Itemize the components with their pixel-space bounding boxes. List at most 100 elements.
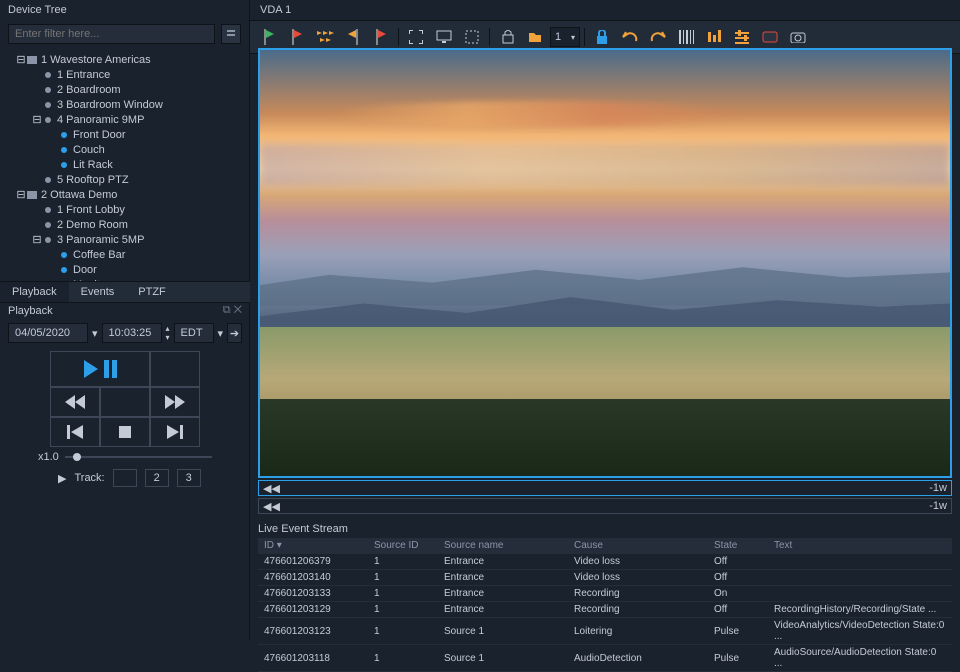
column-header[interactable]: Text [768,538,952,554]
eq2-button[interactable] [729,25,755,49]
export-button[interactable] [494,25,520,49]
flags-icon [316,30,334,44]
column-header[interactable]: Cause [568,538,708,554]
flag-red-button[interactable] [284,25,310,49]
transport-controls [50,351,200,447]
window-title: VDA 1 [250,0,960,20]
camera-icon [42,72,54,78]
lock-button[interactable] [589,25,615,49]
stop-button[interactable] [100,417,150,447]
multi-flag-button[interactable] [312,25,338,49]
table-row[interactable]: 4766012031231Source 1LoiteringPulseVideo… [258,618,952,645]
tree-item[interactable]: 1 Front Lobby [0,202,249,217]
cell: AudioSource/AudioDetection State:0 ... [768,645,952,672]
table-row[interactable]: 4766012031331EntranceRecordingOn [258,586,952,602]
tree-label: 3 Boardroom Window [57,99,163,111]
track-2-button[interactable]: 2 [145,469,169,487]
tree-item[interactable]: Lit Rack [0,157,249,172]
chevron-down-icon[interactable]: ▾ [92,327,98,340]
chevron-down-icon[interactable]: ▾ [218,327,224,340]
flag-prev-button[interactable] [340,25,366,49]
tab-playback[interactable]: Playback [0,282,69,302]
tree-item[interactable]: Door [0,262,249,277]
tree-item[interactable]: 2 Boardroom [0,82,249,97]
screen-button[interactable] [757,25,783,49]
column-header[interactable]: ID ▾ [258,538,368,554]
file-button[interactable] [522,25,548,49]
flag-green-button[interactable] [256,25,282,49]
timezone-input[interactable] [174,323,214,343]
table-row[interactable]: 4766012031291EntranceRecordingOffRecordi… [258,602,952,618]
rewind-button[interactable] [50,387,100,417]
tab-events[interactable]: Events [69,282,127,302]
timeline-2[interactable]: ◀◀ -1w [258,498,952,514]
tree-label: Lit Rack [73,159,113,171]
filter-input[interactable] [8,24,215,44]
tree-item[interactable]: Coffee Bar [0,247,249,262]
expand-icon[interactable]: ⊟ [16,188,26,201]
cell: 476601203133 [258,586,368,602]
timeline-back-icon[interactable]: ◀◀ [263,500,280,513]
table-row[interactable]: 4766012063791EntranceVideo lossOff [258,554,952,570]
table-row[interactable]: 4766012031181Source 1AudioDetectionPulse… [258,645,952,672]
undo-button[interactable] [617,25,643,49]
eq1-button[interactable] [701,25,727,49]
skip-forward-button[interactable] [150,417,200,447]
tree-item[interactable]: Couch [0,142,249,157]
tree-item[interactable]: Front Door [0,127,249,142]
arrow-right-icon: ➔ [230,327,239,340]
track-1-button[interactable] [113,469,137,487]
camera-icon [58,132,70,138]
barcode-button[interactable] [673,25,699,49]
tree-item[interactable]: ⊟3 Panoramic 5MP [0,232,249,247]
timeline-1[interactable]: ◀◀ -1w [258,480,952,496]
panel-buttons[interactable]: ⧉ ✕ [223,304,242,317]
cell: Recording [568,602,708,618]
column-header[interactable]: Source ID [368,538,438,554]
tab-ptzf[interactable]: PTZF [126,282,178,302]
track-3-button[interactable]: 3 [177,469,201,487]
go-button[interactable]: ➔ [227,323,242,343]
flag-next-button[interactable] [368,25,394,49]
tree-item[interactable]: ⊟ 2 Ottawa Demo [0,187,249,202]
redo-button[interactable] [645,25,671,49]
date-input[interactable] [8,323,88,343]
undo-icon [622,31,638,43]
device-tree[interactable]: ⊟1 Wavestore Americas1 Entrance2 Boardro… [0,48,249,288]
number-input[interactable]: 1▾ [550,27,580,47]
play-direction-icon[interactable]: ▶ [58,472,66,485]
select-area-button[interactable] [459,25,485,49]
tree-item[interactable]: 5 Rooftop PTZ [0,172,249,187]
expand-icon[interactable]: ⊟ [16,53,26,66]
tree-item[interactable]: 3 Boardroom Window [0,97,249,112]
expand-icon[interactable]: ⊟ [32,113,42,126]
list-icon [226,29,236,39]
column-header[interactable]: Source name [438,538,568,554]
time-input[interactable] [102,323,162,343]
spinner-icon[interactable]: ▴▾ [166,324,170,342]
tree-item[interactable]: ⊟4 Panoramic 9MP [0,112,249,127]
track-label: Track: [74,472,104,484]
event-table[interactable]: ID ▾Source IDSource nameCauseStateText 4… [258,538,952,672]
forward-button[interactable] [150,387,200,417]
play-pause-button[interactable] [50,351,150,387]
cell: Source 1 [438,645,568,672]
monitor-icon [436,30,452,44]
timeline-back-icon[interactable]: ◀◀ [263,482,280,495]
speed-slider[interactable] [65,456,212,458]
tree-item[interactable]: ⊟1 Wavestore Americas [0,52,249,67]
column-header[interactable]: State [708,538,768,554]
video-viewport[interactable] [258,48,952,478]
expand-icon[interactable]: ⊟ [32,233,42,246]
filter-toggle-button[interactable] [221,24,241,44]
tree-label: Coffee Bar [73,249,125,261]
monitor-button[interactable] [431,25,457,49]
tree-item[interactable]: 2 Demo Room [0,217,249,232]
skip-back-button[interactable] [50,417,100,447]
fullscreen-button[interactable] [403,25,429,49]
tree-label: 2 Ottawa Demo [41,189,117,201]
camera-icon [42,102,54,108]
tree-item[interactable]: 1 Entrance [0,67,249,82]
table-row[interactable]: 4766012031401EntranceVideo lossOff [258,570,952,586]
camera-button[interactable] [785,25,811,49]
